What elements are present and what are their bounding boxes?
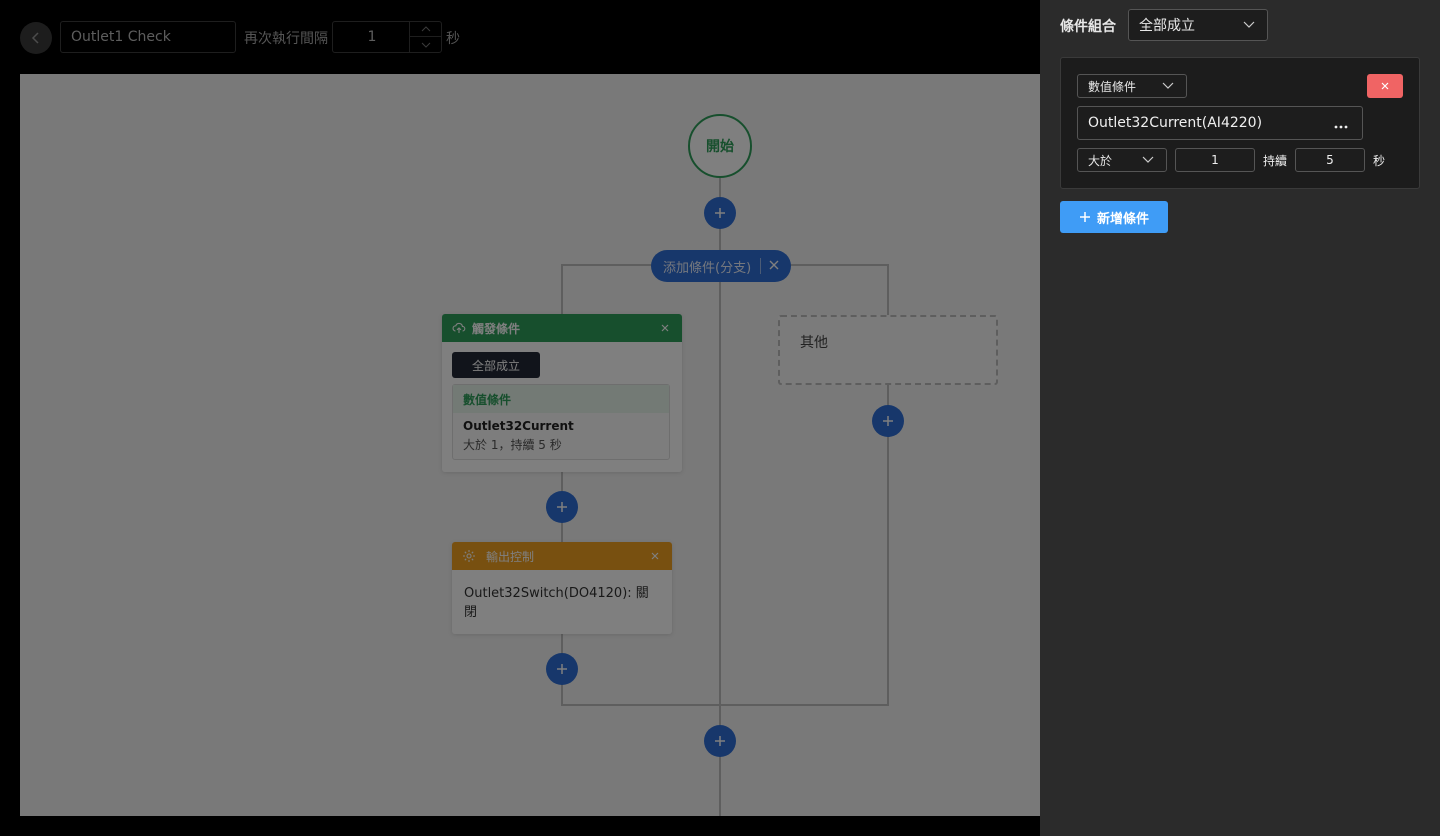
remove-branch-button[interactable] <box>765 256 783 274</box>
plus-icon <box>557 664 567 674</box>
close-icon <box>1381 82 1389 90</box>
start-node[interactable]: 開始 <box>688 114 752 178</box>
plus-icon <box>715 736 725 746</box>
output-card-title: 輸出控制 <box>486 549 535 564</box>
add-step-button[interactable] <box>704 197 736 229</box>
add-branch-button[interactable]: 添加條件(分支) <box>651 250 791 282</box>
condition-settings-panel: 條件組合 全部成立 數值條件 Outlet32Current(AI4220) 大… <box>1040 0 1440 836</box>
condition-type-value: 數值條件 <box>1088 79 1137 94</box>
duration-label: 持續 <box>1263 154 1288 168</box>
interval-input[interactable] <box>333 22 411 52</box>
combo-label: 條件組合 <box>1060 19 1116 35</box>
output-card-header: 輸出控制 <box>452 542 672 570</box>
delete-condition-button[interactable] <box>1367 74 1403 98</box>
condition-description: 大於 1，持續 5 秒 <box>463 438 562 452</box>
gear-icon <box>463 550 475 562</box>
stepper-controls <box>409 22 441 52</box>
condition-editor: 數值條件 Outlet32Current(AI4220) 大於 持續 秒 <box>1060 57 1420 189</box>
combo-select[interactable]: 全部成立 <box>1128 9 1268 41</box>
add-step-button[interactable] <box>546 491 578 523</box>
close-icon <box>651 552 659 560</box>
condition-type-select[interactable]: 數值條件 <box>1077 74 1187 98</box>
sensor-value: Outlet32Current(AI4220) <box>1088 115 1263 131</box>
output-description: Outlet32Switch(DO4120): 關閉 <box>464 586 649 620</box>
output-control-card[interactable]: 輸出控制 Outlet32Switch(DO4120): 關閉 <box>452 542 672 634</box>
chevron-down-icon <box>1142 156 1156 164</box>
sensor-select-field[interactable]: Outlet32Current(AI4220) <box>1077 106 1363 140</box>
add-condition-button[interactable]: 新增條件 <box>1060 201 1168 233</box>
branch-label: 添加條件(分支) <box>663 260 752 276</box>
increment-button[interactable] <box>410 22 441 37</box>
duration-input[interactable] <box>1295 148 1365 172</box>
divider <box>760 258 761 274</box>
toolbar: 再次執行間隔 秒 <box>0 0 1040 74</box>
operator-value: 大於 <box>1088 153 1113 168</box>
interval-stepper[interactable] <box>332 21 442 53</box>
chevron-down-icon <box>1243 21 1257 29</box>
output-card-close-button[interactable] <box>648 549 662 563</box>
else-branch-box[interactable]: 其他 <box>778 315 998 385</box>
combo-badge: 全部成立 <box>452 352 540 378</box>
interval-label: 再次執行間隔 <box>244 31 328 47</box>
trigger-card-close-button[interactable] <box>658 321 672 335</box>
plus-icon <box>715 208 725 218</box>
decrement-button[interactable] <box>410 37 441 52</box>
trigger-condition-card[interactable]: 觸發條件 全部成立 數值條件 Outlet32Current 大於 1，持續 5… <box>442 314 682 472</box>
condition-type: 數值條件 <box>453 385 669 413</box>
more-icon[interactable] <box>1334 117 1348 133</box>
add-condition-label: 新增條件 <box>1096 211 1149 227</box>
add-step-button[interactable] <box>546 653 578 685</box>
chevron-down-icon <box>1162 82 1176 90</box>
duration-unit: 秒 <box>1373 154 1386 168</box>
add-step-button[interactable] <box>704 725 736 757</box>
cloud-trigger-icon <box>452 322 466 333</box>
plus-icon <box>1079 212 1090 222</box>
combo-select-value: 全部成立 <box>1139 18 1195 34</box>
back-button[interactable] <box>20 22 52 54</box>
chevron-up-icon <box>421 26 430 32</box>
interval-unit: 秒 <box>446 31 460 47</box>
plus-icon <box>557 502 567 512</box>
close-icon <box>661 324 669 332</box>
chevron-left-icon <box>31 32 39 44</box>
operator-select[interactable]: 大於 <box>1077 148 1167 172</box>
flow-canvas: 開始 添加條件(分支) 觸發條件 全部成立 數值條件 Outlet32Curre… <box>20 74 1040 816</box>
rule-name-input[interactable] <box>60 21 236 53</box>
chevron-down-icon <box>421 42 430 48</box>
plus-icon <box>883 416 893 426</box>
trigger-card-header: 觸發條件 <box>442 314 682 342</box>
condition-summary: 數值條件 Outlet32Current 大於 1，持續 5 秒 <box>452 384 670 460</box>
trigger-card-title: 觸發條件 <box>472 321 521 336</box>
condition-name: Outlet32Current <box>463 419 574 433</box>
connector-line <box>561 704 889 706</box>
add-step-button[interactable] <box>872 405 904 437</box>
close-icon <box>769 260 779 270</box>
threshold-input[interactable] <box>1175 148 1255 172</box>
